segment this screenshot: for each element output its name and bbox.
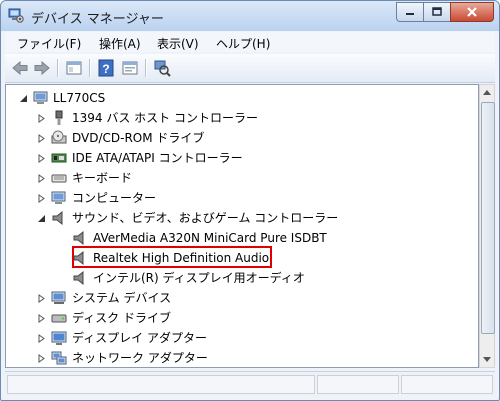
svg-text:?: ? bbox=[102, 62, 109, 76]
tree-item-label: サウンド、ビデオ、およびゲーム コントローラー bbox=[72, 211, 339, 225]
collapse-triangle-icon[interactable] bbox=[19, 94, 28, 103]
status-bar bbox=[5, 371, 495, 396]
tree-item[interactable]: ディスク ドライブ bbox=[6, 308, 476, 328]
scrollbar-thumb[interactable] bbox=[481, 102, 495, 334]
display-adapter-icon bbox=[51, 331, 67, 345]
highlight-box bbox=[72, 246, 272, 268]
tree-root[interactable]: LL770CS bbox=[6, 88, 476, 108]
speaker-icon bbox=[73, 230, 84, 246]
disc-drive-icon bbox=[51, 130, 67, 144]
status-cell-tertiary bbox=[401, 375, 493, 394]
expand-triangle-icon[interactable] bbox=[37, 314, 46, 323]
tree-item[interactable]: DVD/CD-ROM ドライブ bbox=[6, 128, 476, 148]
tree-item-label: キーボード bbox=[72, 171, 133, 185]
tree-item-label: システム デバイス bbox=[72, 291, 172, 305]
device-manager-window: デバイス マネージャー ファイル(F) 操作(A) 表示(V) ヘルプ(H) ?… bbox=[0, 0, 500, 401]
expand-triangle-icon[interactable] bbox=[37, 174, 46, 183]
scan-hardware-icon[interactable] bbox=[153, 59, 171, 77]
tree-item[interactable]: ディスプレイ アダプター bbox=[6, 328, 476, 348]
back-arrow-icon[interactable] bbox=[11, 59, 29, 77]
scroll-down-arrow-icon[interactable] bbox=[483, 357, 491, 362]
device-manager-icon bbox=[8, 8, 24, 23]
help-icon[interactable]: ? bbox=[97, 59, 115, 77]
device-tree[interactable]: LL770CS 1394 バス ホスト コントローラー DVD/CD-ROM ド… bbox=[5, 84, 479, 368]
collapse-triangle-icon[interactable] bbox=[37, 214, 46, 223]
status-cell-main bbox=[7, 375, 315, 394]
usb-plug-icon bbox=[55, 110, 63, 125]
tree-item-label: IDE ATA/ATAPI コントローラー bbox=[72, 151, 243, 165]
expand-triangle-icon[interactable] bbox=[37, 154, 46, 163]
menu-help[interactable]: ヘルプ(H) bbox=[216, 35, 270, 52]
expand-triangle-icon[interactable] bbox=[37, 134, 46, 143]
tree-root-label: LL770CS bbox=[53, 91, 106, 105]
tree-child-item[interactable]: インテル(R) ディスプレイ用オーディオ bbox=[6, 268, 476, 288]
tree-item-label: AVerMedia A320N MiniCard Pure ISDBT bbox=[93, 231, 327, 245]
menu-bar: ファイル(F) 操作(A) 表示(V) ヘルプ(H) bbox=[5, 32, 495, 52]
status-cell-secondary bbox=[317, 375, 399, 394]
menu-action[interactable]: 操作(A) bbox=[99, 35, 141, 52]
expand-triangle-icon[interactable] bbox=[37, 294, 46, 303]
tree-item-expanded[interactable]: サウンド、ビデオ、およびゲーム コントローラー bbox=[6, 208, 476, 228]
tree-item[interactable]: 1394 バス ホスト コントローラー bbox=[6, 108, 476, 128]
properties-icon[interactable] bbox=[121, 59, 139, 77]
minimize-button[interactable] bbox=[396, 2, 424, 22]
menu-file[interactable]: ファイル(F) bbox=[17, 35, 81, 52]
tree-item-label: ディスク ドライブ bbox=[72, 311, 171, 325]
speaker-icon bbox=[52, 210, 63, 226]
tree-item-label: ディスプレイ アダプター bbox=[72, 331, 207, 345]
forward-arrow-icon[interactable] bbox=[33, 59, 51, 77]
console-tree-icon[interactable] bbox=[65, 59, 83, 77]
system-device-icon bbox=[51, 291, 66, 304]
title-bar[interactable]: デバイス マネージャー bbox=[1, 1, 499, 31]
tree-child-item[interactable]: AVerMedia A320N MiniCard Pure ISDBT bbox=[6, 228, 476, 248]
expand-triangle-icon[interactable] bbox=[37, 354, 46, 363]
computer-icon bbox=[33, 91, 48, 104]
ide-controller-icon bbox=[51, 153, 67, 163]
speaker-icon bbox=[73, 270, 84, 286]
maximize-icon bbox=[432, 7, 442, 16]
computer-icon bbox=[51, 191, 66, 204]
close-icon bbox=[467, 7, 477, 17]
menu-view[interactable]: 表示(V) bbox=[157, 35, 199, 52]
expand-triangle-icon[interactable] bbox=[37, 334, 46, 343]
tree-item-label: インテル(R) ディスプレイ用オーディオ bbox=[93, 271, 305, 285]
window-title: デバイス マネージャー bbox=[31, 12, 164, 27]
close-button[interactable] bbox=[450, 2, 494, 22]
tree-item[interactable]: コンピューター bbox=[6, 188, 476, 208]
tree-item-label: ネットワーク アダプター bbox=[72, 351, 208, 365]
expand-triangle-icon[interactable] bbox=[37, 194, 46, 203]
tree-item[interactable]: IDE ATA/ATAPI コントローラー bbox=[6, 148, 476, 168]
minimize-icon bbox=[406, 13, 414, 15]
expand-triangle-icon[interactable] bbox=[37, 114, 46, 123]
tree-item-label: DVD/CD-ROM ドライブ bbox=[72, 131, 205, 145]
disk-drive-icon bbox=[51, 314, 67, 323]
tree-item[interactable]: システム デバイス bbox=[6, 288, 476, 308]
tree-item[interactable]: ネットワーク アダプター bbox=[6, 348, 476, 367]
tree-item-label: 1394 バス ホスト コントローラー bbox=[72, 111, 258, 125]
scroll-up-arrow-icon[interactable] bbox=[483, 90, 491, 95]
tree-item-label: コンピューター bbox=[72, 191, 157, 205]
vertical-scrollbar[interactable] bbox=[479, 84, 495, 368]
toolbar: ? bbox=[5, 54, 495, 83]
tree-item[interactable]: キーボード bbox=[6, 168, 476, 188]
maximize-button[interactable] bbox=[423, 2, 451, 22]
network-adapter-icon bbox=[51, 351, 67, 365]
keyboard-icon bbox=[51, 174, 67, 183]
